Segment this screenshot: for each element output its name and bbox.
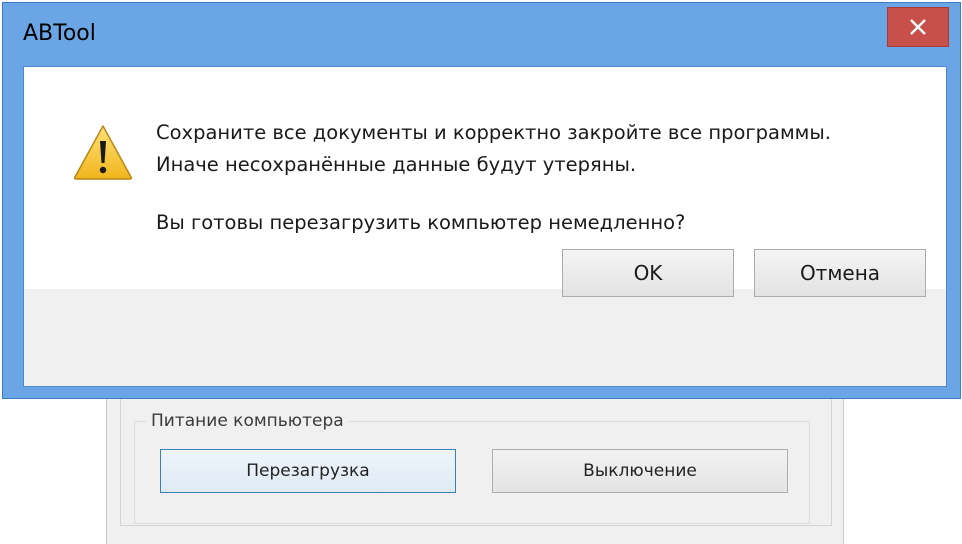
close-button[interactable]: [887, 7, 949, 47]
message-dialog: ABTool Сохраните все документы и коррект…: [2, 2, 961, 399]
question-text: Вы готовы перезагрузить компьютер немедл…: [156, 211, 686, 234]
ok-button[interactable]: OK: [562, 249, 734, 297]
message-line-2: Иначе несохранённые данные будут утеряны…: [156, 153, 637, 176]
button-area: [24, 289, 946, 386]
warning-icon: [73, 125, 133, 180]
restart-button[interactable]: Перезагрузка: [160, 449, 456, 493]
power-group-label: Питание компьютера: [146, 409, 349, 433]
message-line-1: Сохраните все документы и корректно закр…: [156, 121, 831, 144]
dialog-client: Сохраните все документы и корректно закр…: [23, 66, 947, 387]
shutdown-button[interactable]: Выключение: [492, 449, 788, 493]
cancel-button[interactable]: Отмена: [754, 249, 926, 297]
close-icon: [910, 19, 926, 35]
dialog-title: ABTool: [23, 21, 96, 46]
